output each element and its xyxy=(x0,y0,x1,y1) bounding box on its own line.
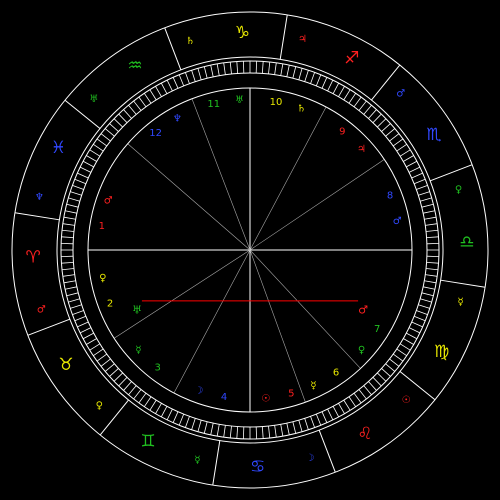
libra-ruler-glyph: ♀ xyxy=(455,185,462,196)
astrology-wheel: ♈ ♂ ♉ ♀ ♊ ☿ ♋ ☽ ♌ ☉ ♍ ☿ ♎ ♀ ♏ ♂ ♐ ♃ ♑ ♄ ♒ ♅ ♓ ♆ 1 ♂ 2 ♀ 3 ☿ 4 ☽ 5 ☉ 6 ☿ 7 ♀ 8… xyxy=(0,0,500,500)
aquarius-glyph: ♒ xyxy=(127,56,142,76)
libra-glyph: ♎ xyxy=(459,232,474,252)
mars-glyph: ♂ xyxy=(358,304,368,317)
sagittarius-ruler-glyph: ♃ xyxy=(298,34,307,45)
house-12-number: 12 xyxy=(149,128,162,139)
house-9-ruler: ♃ xyxy=(357,144,366,155)
house-11-number: 11 xyxy=(207,99,220,110)
leo-ruler-glyph: ☉ xyxy=(402,395,411,406)
sagittarius-glyph: ♐ xyxy=(344,48,359,68)
house-8-ruler: ♂ xyxy=(393,216,402,227)
house-5-number: 5 xyxy=(288,389,294,400)
aries-ruler-glyph: ♂ xyxy=(37,304,46,315)
taurus-glyph: ♉ xyxy=(58,355,73,375)
house-3-number: 3 xyxy=(155,363,161,374)
capricorn-ruler-glyph: ♄ xyxy=(186,36,195,47)
house-1-number: 1 xyxy=(99,221,105,232)
virgo-ruler-glyph: ☿ xyxy=(458,297,464,308)
house-10-number: 10 xyxy=(270,97,283,108)
leo-glyph: ♌ xyxy=(357,424,372,444)
pisces-ruler-glyph: ♆ xyxy=(35,192,44,203)
house-12-ruler: ♆ xyxy=(173,113,182,124)
scorpio-ruler-glyph: ♂ xyxy=(396,88,405,99)
house-5-ruler: ☉ xyxy=(261,394,270,405)
house-4-ruler: ☽ xyxy=(194,386,203,397)
house-11-ruler: ♅ xyxy=(235,95,244,106)
house-2-ruler: ♀ xyxy=(99,273,106,284)
house-6-ruler: ☿ xyxy=(310,380,316,391)
taurus-ruler-glyph: ♀ xyxy=(96,401,103,412)
house-7-ruler: ♀ xyxy=(358,345,365,356)
house-9-number: 9 xyxy=(339,126,345,137)
house-2-number: 2 xyxy=(107,298,113,309)
scorpio-glyph: ♏ xyxy=(426,125,441,145)
house-7-number: 7 xyxy=(374,324,380,335)
house-3-ruler: ☿ xyxy=(135,345,141,356)
house-4-number: 4 xyxy=(221,392,227,403)
capricorn-glyph: ♑ xyxy=(235,23,250,43)
virgo-glyph: ♍ xyxy=(434,342,449,362)
house-1-ruler: ♂ xyxy=(104,196,113,207)
cancer-ruler-glyph: ☽ xyxy=(305,453,314,464)
aries-glyph: ♈ xyxy=(25,248,40,268)
uranus-glyph: ♅ xyxy=(132,304,142,317)
gemini-glyph: ♊ xyxy=(140,432,155,452)
house-6-number: 6 xyxy=(333,367,339,378)
aquarius-ruler-glyph: ♅ xyxy=(89,94,98,105)
cancer-glyph: ♋ xyxy=(250,457,265,477)
house-8-number: 8 xyxy=(387,191,393,202)
pisces-glyph: ♓ xyxy=(51,138,66,158)
gemini-ruler-glyph: ☿ xyxy=(194,455,200,466)
house-10-ruler: ♄ xyxy=(297,104,306,115)
